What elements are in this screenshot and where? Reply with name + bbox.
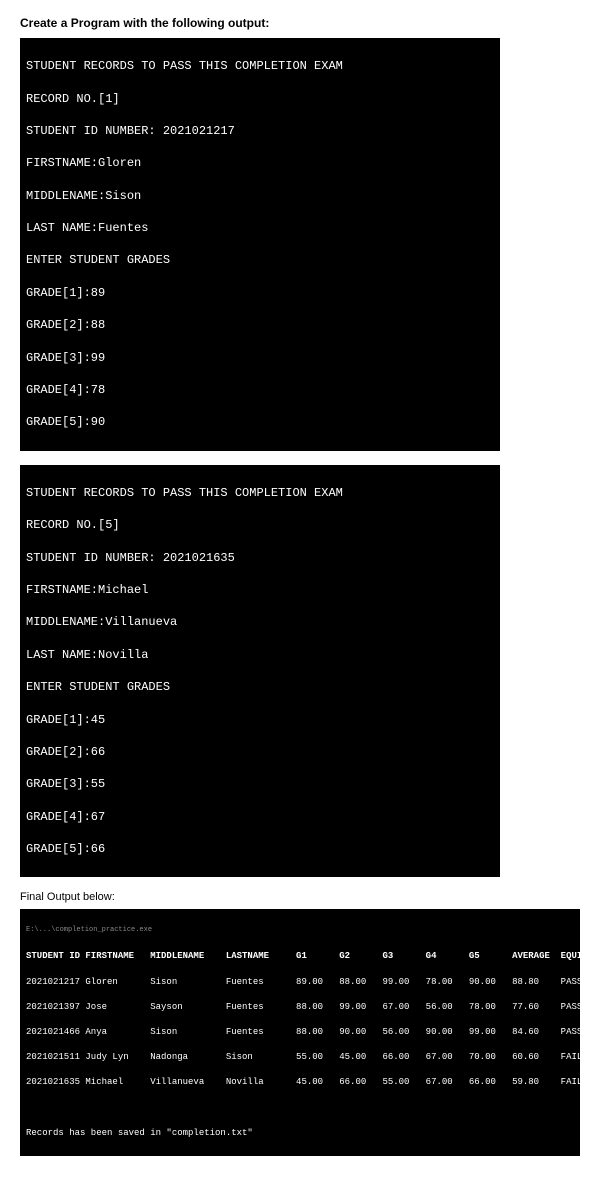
table-row: 2021021635 Michael Villanueva Novilla 45… [26,1076,574,1089]
table-row: 2021021511 Judy Lyn Nadonga Sison 55.00 … [26,1051,574,1064]
line-enter-grades: ENTER STUDENT GRADES [26,679,494,695]
line-recno: RECORD NO.[5] [26,517,494,533]
table-row: 2021021466 Anya Sison Fuentes 88.00 90.0… [26,1026,574,1039]
line-grade4: GRADE[4]:78 [26,382,494,398]
line-grade1: GRADE[1]:89 [26,285,494,301]
page-heading: Create a Program with the following outp… [20,16,583,30]
terminal-final-output: E:\...\completion_practice.exe STUDENT I… [20,909,580,1155]
line-title: STUDENT RECORDS TO PASS THIS COMPLETION … [26,58,494,74]
line-sid: STUDENT ID NUMBER: 2021021217 [26,123,494,139]
final-output-label: Final Output below: [20,891,583,903]
line-grade3: GRADE[3]:99 [26,350,494,366]
line-grade3: GRADE[3]:55 [26,776,494,792]
line-grade2: GRADE[2]:88 [26,317,494,333]
terminal-block-2: STUDENT RECORDS TO PASS THIS COMPLETION … [20,465,500,878]
line-title: STUDENT RECORDS TO PASS THIS COMPLETION … [26,485,494,501]
path-hint: E:\...\completion_practice.exe [26,926,574,936]
line-grade5: GRADE[5]:66 [26,841,494,857]
line-lastname: LAST NAME:Novilla [26,647,494,663]
line-enter-grades: ENTER STUDENT GRADES [26,252,494,268]
line-grade2: GRADE[2]:66 [26,744,494,760]
table-row: 2021021397 Jose Sayson Fuentes 88.00 99.… [26,1001,574,1014]
blank-line [26,1101,574,1114]
line-grade1: GRADE[1]:45 [26,712,494,728]
table-row: 2021021217 Gloren Sison Fuentes 89.00 88… [26,976,574,989]
line-recno: RECORD NO.[1] [26,91,494,107]
line-sid: STUDENT ID NUMBER: 2021021635 [26,550,494,566]
line-grade5: GRADE[5]:90 [26,414,494,430]
line-middlename: MIDDLENAME:Villanueva [26,614,494,630]
line-grade4: GRADE[4]:67 [26,809,494,825]
line-lastname: LAST NAME:Fuentes [26,220,494,236]
terminal-block-1: STUDENT RECORDS TO PASS THIS COMPLETION … [20,38,500,451]
table-footer: Records has been saved in "completion.tx… [26,1127,574,1140]
line-middlename: MIDDLENAME:Sison [26,188,494,204]
table-header: STUDENT ID FIRSTNAME MIDDLENAME LASTNAME… [26,950,574,963]
line-firstname: FIRSTNAME:Michael [26,582,494,598]
line-firstname: FIRSTNAME:Gloren [26,155,494,171]
